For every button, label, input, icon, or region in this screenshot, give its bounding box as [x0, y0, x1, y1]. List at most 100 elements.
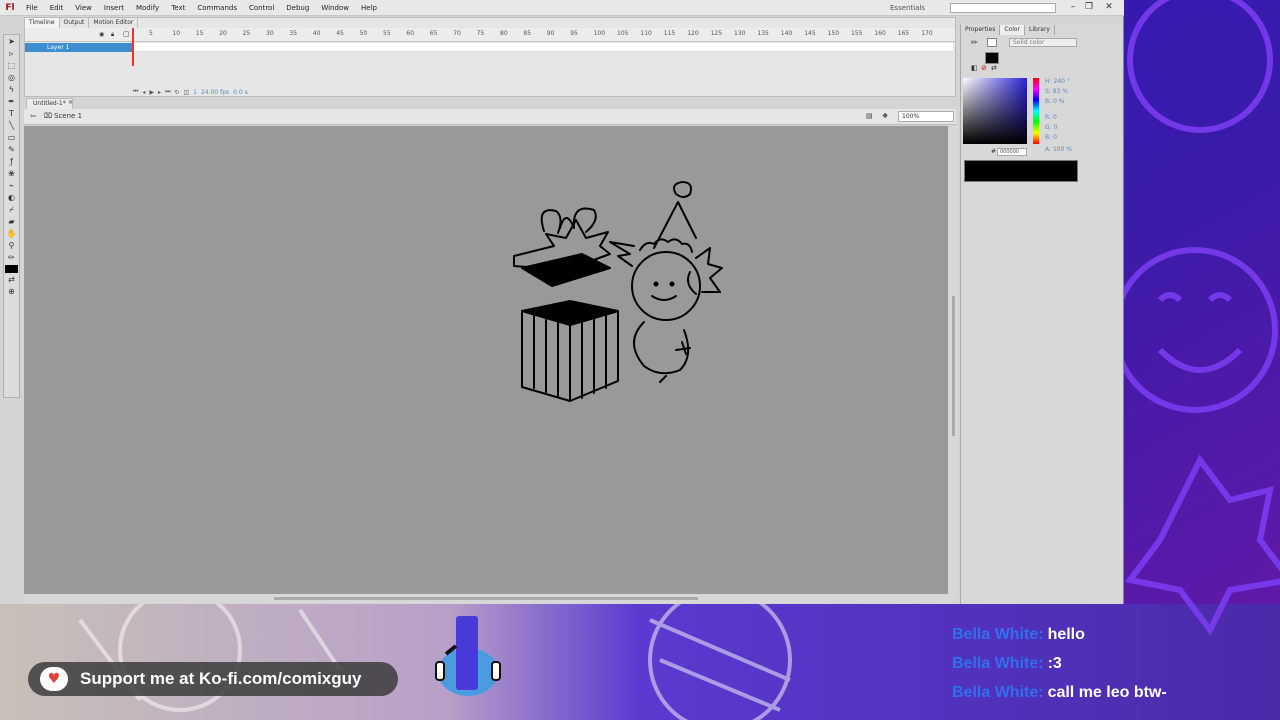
- back-arrow-icon[interactable]: ⇦: [30, 112, 36, 120]
- stage-drawing[interactable]: [504, 176, 734, 416]
- saturation-value[interactable]: 83 %: [1053, 88, 1068, 95]
- no-color-icon[interactable]: ⊘: [981, 64, 987, 72]
- frame-number: 120: [687, 30, 699, 37]
- close-button[interactable]: ✕: [1100, 0, 1118, 14]
- hue-slider[interactable]: [1033, 78, 1039, 144]
- menu-edit[interactable]: Edit: [44, 0, 70, 16]
- workspace-switcher[interactable]: Essentials: [890, 0, 925, 16]
- frame-rate[interactable]: 24.00 fps: [201, 89, 229, 96]
- frame-ruler[interactable]: 5 10 15 20 25 30 35 40 45 50 55 60 65 70 75 80 85 90 95 100…: [133, 28, 953, 42]
- document-tab[interactable]: Untitled-1*: [26, 98, 73, 109]
- maximize-button[interactable]: ❐: [1080, 0, 1098, 14]
- zoom-select[interactable]: 100%: [898, 111, 954, 122]
- fill-color-swatch[interactable]: [985, 52, 999, 64]
- brightness-value[interactable]: 0 %: [1053, 98, 1064, 105]
- play-icon[interactable]: ▶: [149, 89, 154, 96]
- selection-tool-icon[interactable]: ➤: [5, 37, 18, 47]
- hue-value[interactable]: 240 °: [1053, 78, 1069, 85]
- kofi-banner[interactable]: ♥ Support me at Ko-fi.com/comixguy: [28, 662, 398, 696]
- snap-icon[interactable]: ⊕: [5, 287, 18, 297]
- horizontal-scrollbar[interactable]: [24, 594, 956, 603]
- red-value[interactable]: 0: [1053, 114, 1057, 121]
- frame-number: 135: [757, 30, 769, 37]
- playhead[interactable]: [132, 28, 134, 66]
- help-search-input[interactable]: [950, 3, 1056, 13]
- stage[interactable]: [24, 126, 948, 594]
- outline-icon[interactable]: ▢: [123, 30, 130, 38]
- horizontal-scroll-thumb[interactable]: [274, 597, 698, 600]
- frame-number: 65: [429, 30, 438, 37]
- menu-control[interactable]: Control: [243, 0, 280, 16]
- tab-timeline[interactable]: Timeline: [25, 18, 60, 28]
- alpha-value[interactable]: 100 %: [1053, 146, 1072, 153]
- menu-modify[interactable]: Modify: [130, 0, 165, 16]
- tab-library[interactable]: Library: [1025, 25, 1055, 35]
- color-picker-field[interactable]: [963, 78, 1027, 144]
- vertical-scrollbar[interactable]: [949, 126, 958, 594]
- frame-number: 10: [172, 30, 181, 37]
- fill-color-icon[interactable]: [5, 265, 18, 273]
- step-forward-icon[interactable]: ▸: [158, 89, 161, 96]
- loop-icon[interactable]: ↻: [174, 89, 179, 96]
- subselection-tool-icon[interactable]: ▹: [5, 49, 18, 59]
- frame-number: 110: [640, 30, 652, 37]
- frame-number: 25: [242, 30, 251, 37]
- frame-number: 55: [383, 30, 391, 37]
- chat-message: Bella White: hello: [952, 622, 1272, 651]
- hand-tool-icon[interactable]: ✋: [5, 229, 18, 239]
- fill-type-select[interactable]: Solid color: [1009, 38, 1077, 47]
- eraser-tool-icon[interactable]: ▰: [5, 217, 18, 227]
- pen-tool-icon[interactable]: ✒: [5, 97, 18, 107]
- blue-value[interactable]: 0: [1053, 134, 1057, 141]
- green-value[interactable]: 0: [1054, 124, 1058, 131]
- frame-number: 85: [523, 30, 532, 37]
- layer-row[interactable]: Layer 1: [25, 43, 955, 52]
- menu-commands[interactable]: Commands: [191, 0, 243, 16]
- free-transform-tool-icon[interactable]: ⬚: [5, 61, 18, 71]
- tab-output[interactable]: Output: [60, 18, 90, 28]
- menu-help[interactable]: Help: [355, 0, 383, 16]
- tab-color[interactable]: Color: [1000, 25, 1025, 35]
- lock-icon[interactable]: 🔒︎: [111, 31, 114, 39]
- lasso-tool-icon[interactable]: ϟ: [5, 85, 18, 95]
- tab-motion-editor[interactable]: Motion Editor: [89, 18, 139, 28]
- paint-bucket-tool-icon[interactable]: ◐: [5, 193, 18, 203]
- layer-frames[interactable]: [133, 43, 953, 52]
- menu-window[interactable]: Window: [315, 0, 355, 16]
- menu-view[interactable]: View: [69, 0, 98, 16]
- line-tool-icon[interactable]: ╲: [5, 121, 18, 131]
- hex-input[interactable]: 000000: [997, 148, 1027, 156]
- stroke-color-icon[interactable]: ✏: [5, 253, 18, 263]
- onion-skin-icon[interactable]: ◫: [184, 89, 190, 96]
- zoom-tool-icon[interactable]: ⚲: [5, 241, 18, 251]
- vertical-scroll-thumb[interactable]: [952, 296, 955, 436]
- layer-name[interactable]: Layer 1: [25, 43, 133, 52]
- tab-properties[interactable]: Properties: [961, 25, 1001, 35]
- edit-scene-icon[interactable]: ▤: [866, 112, 873, 120]
- pencil-tool-icon[interactable]: ✎: [5, 145, 18, 155]
- chat-text: hello: [1047, 626, 1085, 643]
- last-frame-icon[interactable]: ⏭: [165, 88, 170, 96]
- eyedropper-tool-icon[interactable]: ⌿: [5, 205, 18, 215]
- step-back-icon[interactable]: ◂: [142, 89, 145, 96]
- stroke-swatch-icon[interactable]: ✏: [971, 38, 978, 47]
- bone-tool-icon[interactable]: ⌁: [5, 181, 18, 191]
- brush-tool-icon[interactable]: ƒ: [5, 157, 18, 167]
- menu-file[interactable]: File: [20, 0, 44, 16]
- 3d-rotation-tool-icon[interactable]: ◎: [5, 73, 18, 83]
- first-frame-icon[interactable]: ⏮: [133, 88, 138, 96]
- default-colors-icon[interactable]: ◧: [971, 64, 978, 72]
- close-tab-icon[interactable]: ×: [68, 99, 73, 106]
- menu-debug[interactable]: Debug: [280, 0, 315, 16]
- deco-tool-icon[interactable]: ❀: [5, 169, 18, 179]
- menu-text[interactable]: Text: [165, 0, 191, 16]
- rectangle-tool-icon[interactable]: ▭: [5, 133, 18, 143]
- swap-colors-icon[interactable]: ⇄: [5, 275, 18, 285]
- swap-colors-icon[interactable]: ⇄: [991, 64, 997, 72]
- menu-insert[interactable]: Insert: [98, 0, 130, 16]
- timeline-controls: ⏮ ◂ ▶ ▸ ⏭ ↻ ◫ 1 24.00 fps 0.0 s: [133, 88, 953, 96]
- fill-swatch-icon[interactable]: [987, 38, 997, 47]
- text-tool-icon[interactable]: T: [5, 109, 18, 119]
- edit-symbols-icon[interactable]: ❖: [882, 112, 888, 120]
- eye-icon[interactable]: ◉: [99, 31, 104, 38]
